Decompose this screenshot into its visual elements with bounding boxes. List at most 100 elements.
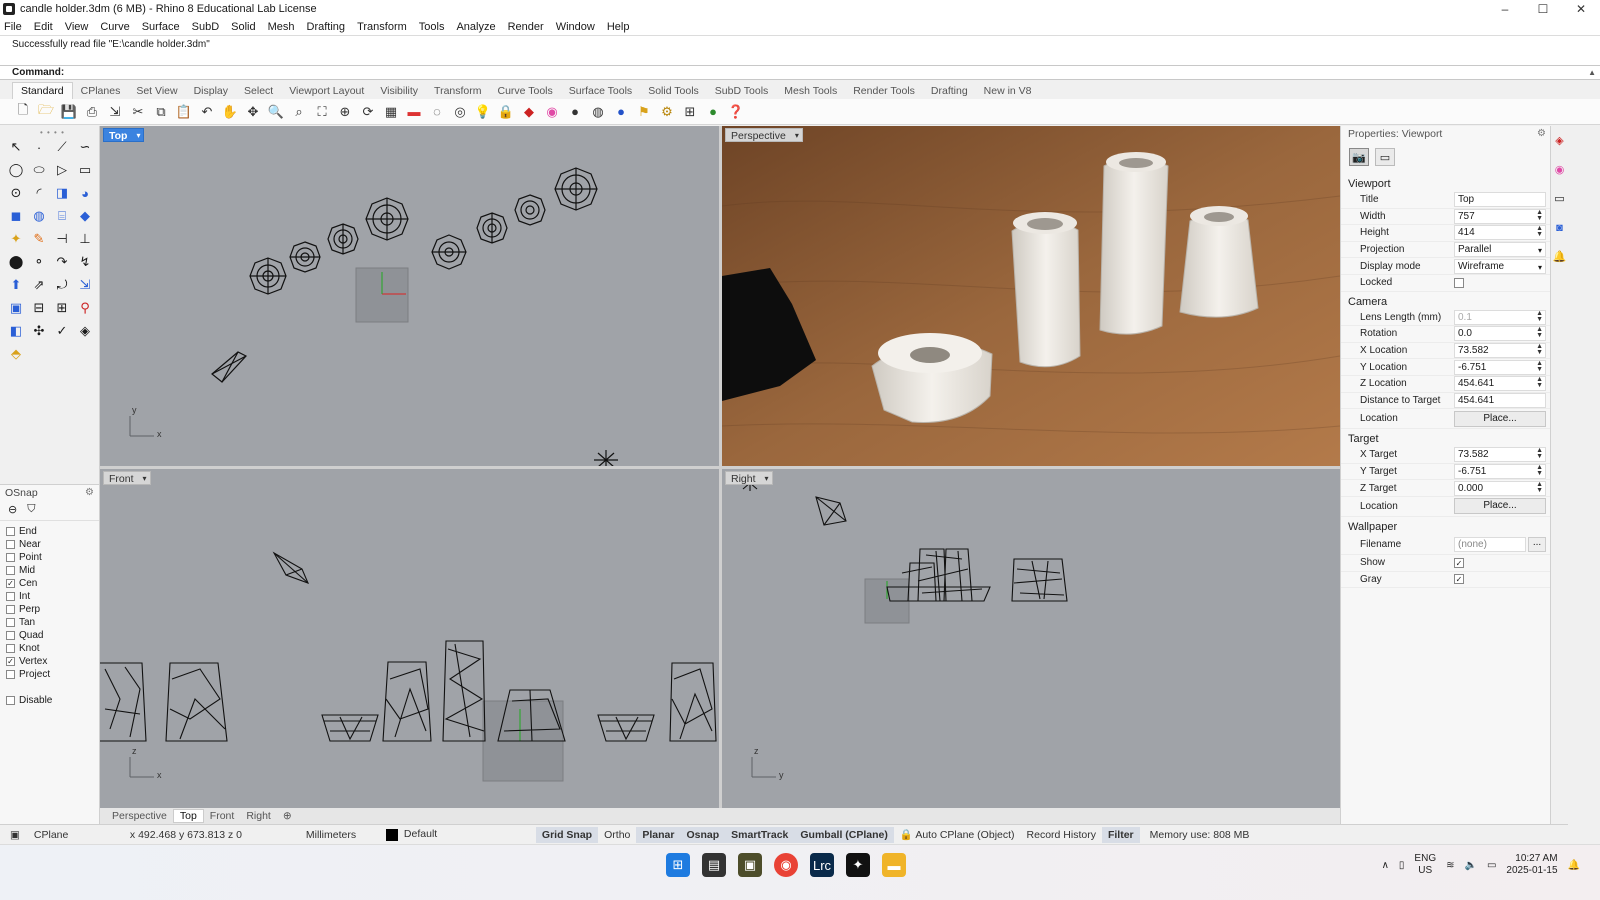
battery-icon[interactable]: ▭: [1487, 860, 1496, 871]
zoom-window-icon[interactable]: ⌕: [290, 103, 308, 121]
chrome-icon[interactable]: ◉: [774, 853, 798, 877]
tab-mesh-tools[interactable]: Mesh Tools: [776, 83, 845, 99]
usb-icon[interactable]: ▯: [1399, 860, 1405, 871]
copy-icon[interactable]: ⧉: [152, 103, 170, 121]
chamfer-icon[interactable]: ↯: [74, 251, 96, 273]
lock-icon[interactable]: 🔒: [497, 103, 515, 121]
osnap-checkbox[interactable]: [6, 592, 15, 601]
osnap-checkbox[interactable]: [6, 631, 15, 640]
filter-toggle[interactable]: Filter: [1101, 826, 1140, 843]
menu-analyze[interactable]: Analyze: [456, 21, 495, 33]
y-location-field[interactable]: -6.751 ▲ ▼: [1454, 359, 1546, 375]
light-icon[interactable]: 💡: [474, 103, 492, 121]
tab-curve-tools[interactable]: Curve Tools: [490, 83, 561, 99]
show-checkbox[interactable]: ✓: [1454, 557, 1464, 568]
gear-icon[interactable]: ⚙: [85, 487, 94, 498]
osnap-end[interactable]: End: [6, 525, 99, 538]
menu-edit[interactable]: Edit: [34, 21, 53, 33]
viewport-perspective[interactable]: Perspective ▾: [722, 126, 1340, 466]
viewport-title-front[interactable]: Front ▾: [103, 471, 151, 485]
record-history-toggle[interactable]: Record History: [1021, 827, 1102, 843]
circle-icon[interactable]: ◯: [5, 159, 27, 181]
auto-cplane-toggle[interactable]: 🔒 Auto CPlane (Object): [894, 826, 1021, 843]
materials-panel-icon[interactable]: ◉: [1551, 155, 1568, 184]
osnap-checkbox[interactable]: [6, 605, 15, 614]
tab-transform[interactable]: Transform: [426, 83, 489, 99]
viewport-title-top[interactable]: Top ▾: [103, 128, 145, 142]
osnap-disable-checkbox[interactable]: [6, 696, 15, 705]
polyline-icon[interactable]: ⟋: [51, 136, 73, 158]
text-icon[interactable]: ⊥: [74, 228, 96, 250]
viewport-rect-icon[interactable]: ▭: [1375, 148, 1395, 166]
menu-file[interactable]: File: [4, 21, 22, 33]
import-icon[interactable]: ⇲: [106, 103, 124, 121]
ortho-toggle[interactable]: Ortho: [598, 827, 636, 843]
maximize-button[interactable]: ☐: [1524, 0, 1562, 18]
tab-drafting[interactable]: Drafting: [923, 83, 976, 99]
hide-icon[interactable]: ◌: [428, 103, 446, 121]
volume-icon[interactable]: 🔈: [1464, 860, 1476, 871]
menu-surface[interactable]: Surface: [142, 21, 180, 33]
dimension-icon[interactable]: ⊣: [51, 228, 73, 250]
osnap-checkbox[interactable]: [6, 670, 15, 679]
notification-bell-icon[interactable]: 🔔: [1568, 860, 1580, 871]
cylinder-icon[interactable]: ⌸: [51, 205, 73, 227]
osnap-mid[interactable]: Mid: [6, 564, 99, 577]
viewport-grid-icon[interactable]: ▦: [382, 103, 400, 121]
viewport-front[interactable]: x z Front ▾: [100, 469, 719, 808]
filename-field[interactable]: (none): [1454, 536, 1526, 552]
width-field[interactable]: 757 ▲ ▼: [1454, 208, 1546, 224]
color-wheel-icon[interactable]: ◉: [543, 103, 561, 121]
menu-view[interactable]: View: [65, 21, 89, 33]
osnap-tan[interactable]: Tan: [6, 616, 99, 629]
osnap-checkbox[interactable]: [6, 618, 15, 627]
spinner-icon[interactable]: ▲ ▼: [1536, 447, 1543, 460]
options-icon[interactable]: ⚑: [635, 103, 653, 121]
camera-place-button[interactable]: Place...: [1454, 410, 1546, 427]
add-viewport-icon[interactable]: ⊕: [277, 810, 298, 822]
camera-icon[interactable]: 📷: [1349, 148, 1369, 166]
cut-icon[interactable]: ✂: [129, 103, 147, 121]
cplane-label[interactable]: CPlane: [34, 829, 106, 841]
menu-solid[interactable]: Solid: [231, 21, 255, 33]
wifi-icon[interactable]: ≋: [1446, 860, 1454, 871]
menu-transform[interactable]: Transform: [357, 21, 407, 33]
gear-icon[interactable]: ⚙: [1537, 128, 1546, 139]
z-location-field[interactable]: 454.641 ▲ ▼: [1454, 376, 1546, 392]
layer-indicator[interactable]: Default: [385, 828, 536, 841]
help-icon[interactable]: ❓: [727, 103, 745, 121]
menu-help[interactable]: Help: [607, 21, 630, 33]
new-icon[interactable]: 🗋: [14, 102, 32, 121]
z-target-field[interactable]: 0.000 ▲ ▼: [1454, 480, 1546, 496]
osnap-checkbox[interactable]: [6, 566, 15, 575]
osnap-checkbox[interactable]: ✓: [6, 657, 15, 666]
minimize-button[interactable]: –: [1486, 0, 1524, 18]
smarttrack-toggle[interactable]: SmartTrack: [725, 826, 795, 843]
osnap-checkbox[interactable]: [6, 527, 15, 536]
menu-subd[interactable]: SubD: [192, 21, 220, 33]
tab-viewport-layout[interactable]: Viewport Layout: [281, 83, 372, 99]
gumball-toggle[interactable]: Gumball (CPlane): [794, 826, 894, 843]
point-icon[interactable]: ·: [28, 136, 50, 158]
tab-new-in-v8[interactable]: New in V8: [976, 83, 1040, 99]
filter-icon[interactable]: ⛉: [27, 503, 35, 516]
save-icon[interactable]: 💾: [60, 103, 78, 121]
target-place-button[interactable]: Place...: [1454, 498, 1546, 515]
x-location-field[interactable]: 73.582 ▲ ▼: [1454, 343, 1546, 359]
viewport-right[interactable]: y z Right ▾: [722, 469, 1340, 808]
analyze-icon[interactable]: ⚲: [74, 297, 96, 319]
grid-icon[interactable]: ⊞: [681, 103, 699, 121]
render-icon[interactable]: ●: [612, 103, 630, 121]
grid-array-icon[interactable]: ⊞: [51, 297, 73, 319]
spinner-icon[interactable]: ▲ ▼: [1536, 481, 1543, 494]
zoom-extents-icon[interactable]: ⛶: [313, 103, 331, 121]
select-arrow-icon[interactable]: ↖: [5, 136, 27, 158]
rotation-field[interactable]: 0.0 ▲ ▼: [1454, 326, 1546, 342]
units-label[interactable]: Millimeters: [306, 829, 376, 841]
material-icon[interactable]: ◆: [520, 103, 538, 121]
menu-render[interactable]: Render: [508, 21, 544, 33]
layout-icon[interactable]: ◧: [5, 320, 27, 342]
vp-tab-perspective[interactable]: Perspective: [106, 810, 173, 822]
osnap-cen[interactable]: ✓ Cen: [6, 577, 99, 590]
y-target-field[interactable]: -6.751 ▲ ▼: [1454, 464, 1546, 480]
